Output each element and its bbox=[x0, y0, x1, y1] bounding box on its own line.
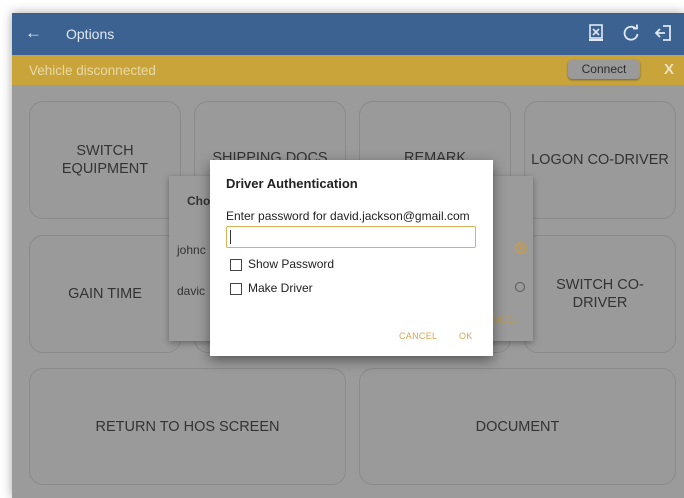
return-to-hos-button[interactable]: RETURN TO HOS SCREEN bbox=[29, 368, 346, 485]
chooser-cancel-button[interactable]: NCEL bbox=[493, 315, 517, 325]
back-arrow-icon[interactable]: ← bbox=[25, 23, 42, 43]
gain-time-button[interactable]: GAIN TIME bbox=[29, 235, 181, 353]
dialog-title: Driver Authentication bbox=[226, 176, 358, 191]
connection-status-text: Vehicle disconnected bbox=[29, 63, 156, 78]
refresh-icon[interactable] bbox=[621, 23, 641, 43]
make-driver-checkbox[interactable] bbox=[230, 283, 242, 295]
make-driver-label: Make Driver bbox=[248, 281, 313, 295]
logon-codriver-button[interactable]: LOGON CO-DRIVER bbox=[524, 101, 676, 219]
ok-button[interactable]: OK bbox=[459, 331, 473, 341]
close-banner-button[interactable]: X bbox=[664, 61, 674, 78]
password-input[interactable] bbox=[226, 226, 476, 248]
switch-codriver-button[interactable]: SWITCH CO- DRIVER bbox=[524, 235, 676, 353]
app-bar: ← Options bbox=[12, 13, 684, 55]
cancel-button[interactable]: CANCEL bbox=[399, 331, 437, 341]
app-window: ← Options Vehicle disconnected Connect X… bbox=[12, 13, 684, 498]
page-title: Options bbox=[66, 26, 115, 42]
radio-unselected-icon[interactable] bbox=[515, 282, 525, 292]
radio-selected-icon[interactable] bbox=[515, 242, 527, 254]
connect-button[interactable]: Connect bbox=[568, 60, 640, 79]
chooser-user-1[interactable]: johnc bbox=[177, 243, 206, 257]
connection-banner: Vehicle disconnected Connect X bbox=[12, 55, 684, 85]
chooser-title: Cho bbox=[187, 194, 211, 208]
password-prompt: Enter password for david.jackson@gmail.c… bbox=[226, 209, 470, 223]
logout-icon[interactable] bbox=[654, 23, 674, 43]
show-password-label: Show Password bbox=[248, 257, 335, 271]
download-icon[interactable] bbox=[586, 23, 606, 43]
driver-authentication-dialog: Driver Authentication Enter password for… bbox=[210, 160, 493, 356]
switch-equipment-button[interactable]: SWITCH EQUIPMENT bbox=[29, 101, 181, 219]
chooser-user-2[interactable]: davic bbox=[177, 284, 205, 298]
show-password-checkbox[interactable] bbox=[230, 259, 242, 271]
document-button[interactable]: DOCUMENT bbox=[359, 368, 676, 485]
text-caret bbox=[230, 230, 231, 244]
